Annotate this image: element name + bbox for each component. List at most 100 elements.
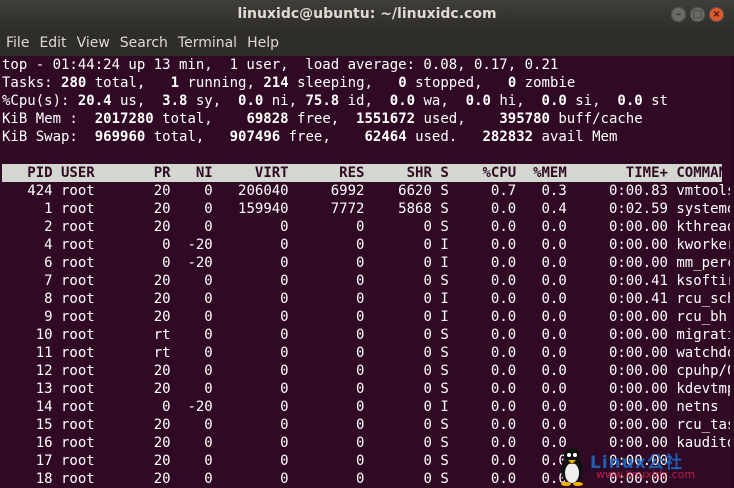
menu-file[interactable]: File [6,35,29,51]
cell-virt: 0 [212,273,289,289]
summary-segment: 0 [507,75,517,91]
cell-command: watchdog/0 [676,345,734,361]
minimize-button[interactable]: – [671,7,686,22]
cell-cpu: 0.0 [457,327,517,343]
cell-user: root [52,381,129,397]
cell-mem: 0.0 [516,219,567,235]
process-row: 10 root rt 0 0 0 0 S 0.0 0.0 0:00.00 mig… [2,326,734,344]
cell-res: 0 [288,399,365,415]
cell-pid: 9 [2,309,53,325]
cell-user: root [52,237,129,253]
cell-virt: 0 [212,327,289,343]
summary-segment: 214 [263,75,289,91]
cell-command: kthreadd [676,219,734,235]
menu-help[interactable]: Help [247,35,279,51]
summary-segment: 395780 [482,111,550,127]
menu-terminal[interactable]: Terminal [178,35,237,51]
cell-cpu: 0.0 [457,435,517,451]
cell-cpu: %CPU [457,165,517,181]
cell-ni: 0 [170,345,213,361]
cell-pid: 17 [2,453,53,469]
window-title: linuxidc@ubuntu: ~/linuxidc.com [237,6,497,22]
cell-user: USER [52,165,129,181]
cell-time: 0:00.00 [566,327,668,343]
summary-segment: free, [288,111,357,127]
cell-shr: 0 [364,291,432,307]
cell-mem: 0.0 [516,291,567,307]
cell-cpu: 0.0 [457,201,517,217]
cell-pr: 20 [128,417,171,433]
cell-time: 0:00.00 [566,381,668,397]
cell-pr: 20 [128,435,171,451]
cell-pid: 16 [2,435,53,451]
summary-line: KiB Swap: 969960 total, 907496 free, 624… [2,128,732,146]
cell-shr: 0 [364,381,432,397]
cell-res: 0 [288,381,365,397]
cell-user: root [52,399,129,415]
cell-virt: 0 [212,363,289,379]
summary-segment: used. [406,129,475,145]
cell-s: S [431,327,458,343]
close-button[interactable]: × [709,7,724,22]
cell-mem: 0.0 [516,273,567,289]
summary-segment: 1551672 [356,111,416,127]
cell-shr: 0 [364,435,432,451]
cell-virt: 159940 [212,201,289,217]
cell-s: I [431,237,458,253]
cell-cpu: 0.0 [457,291,517,307]
cell-command: rcu_tasks_+ [676,417,734,433]
process-row: 7 root 20 0 0 0 0 S 0.0 0.0 0:00.41 ksof… [2,272,734,290]
cell-pid: 7 [2,273,53,289]
summary-segment: top - 01:44:24 up 13 min, 1 user, load a… [2,57,559,73]
cell-res: 0 [288,255,365,271]
menu-view[interactable]: View [77,35,110,51]
cell-pid: 1 [2,201,53,217]
process-row: 13 root 20 0 0 0 0 S 0.0 0.0 0:00.00 kde… [2,380,734,398]
cell-command: mm_percpu_+ [676,255,734,271]
cell-user: root [52,273,129,289]
menu-edit[interactable]: Edit [39,35,66,51]
summary-segment: 0 [398,75,407,91]
cell-pid: 12 [2,363,53,379]
cell-pr: rt [128,327,171,343]
cell-pr: 20 [128,309,171,325]
cell-shr: 0 [364,471,432,487]
cell-user: root [52,183,129,199]
cell-pr: PR [128,165,171,181]
summary-segment: sleeping, [288,75,399,91]
cell-res: 0 [288,345,365,361]
summary-segment: wa, [415,93,466,109]
cell-ni: NI [170,165,213,181]
cell-pid: 4 [2,237,53,253]
maximize-button[interactable]: □ [690,7,705,22]
cell-user: root [52,453,129,469]
cell-virt: VIRT [212,165,289,181]
summary-segment: 62464 [347,129,407,145]
cell-time: 0:00.00 [566,399,668,415]
cell-shr: 0 [364,345,432,361]
cell-command: kdevtmpfs [676,381,734,397]
summary-segment: stopped, [406,75,508,91]
cell-s: S [431,471,458,487]
scrollbar[interactable] [730,56,734,488]
cell-shr: 0 [364,309,432,325]
cell-ni: 0 [170,363,213,379]
cell-s: S [431,453,458,469]
summary-segment: 280 [61,75,87,91]
cell-virt: 0 [212,255,289,271]
summary-segment: 0.0 [465,93,491,109]
menu-search[interactable]: Search [120,35,168,51]
cell-mem: 0.0 [516,309,567,325]
cell-pr: 20 [128,219,171,235]
summary-segment: Tasks: [2,75,62,91]
cell-res: 0 [288,273,365,289]
cell-shr: 0 [364,417,432,433]
cell-s: I [431,399,458,415]
cell-shr: 0 [364,399,432,415]
title-bar[interactable]: linuxidc@ubuntu: ~/linuxidc.com – □ × [0,0,734,30]
terminal-output[interactable]: top - 01:44:24 up 13 min, 1 user, load a… [2,56,734,488]
cell-user: root [52,327,129,343]
summary-segment: avail Mem [533,129,618,145]
cell-user: root [52,435,129,451]
cell-pr: 20 [128,183,171,199]
